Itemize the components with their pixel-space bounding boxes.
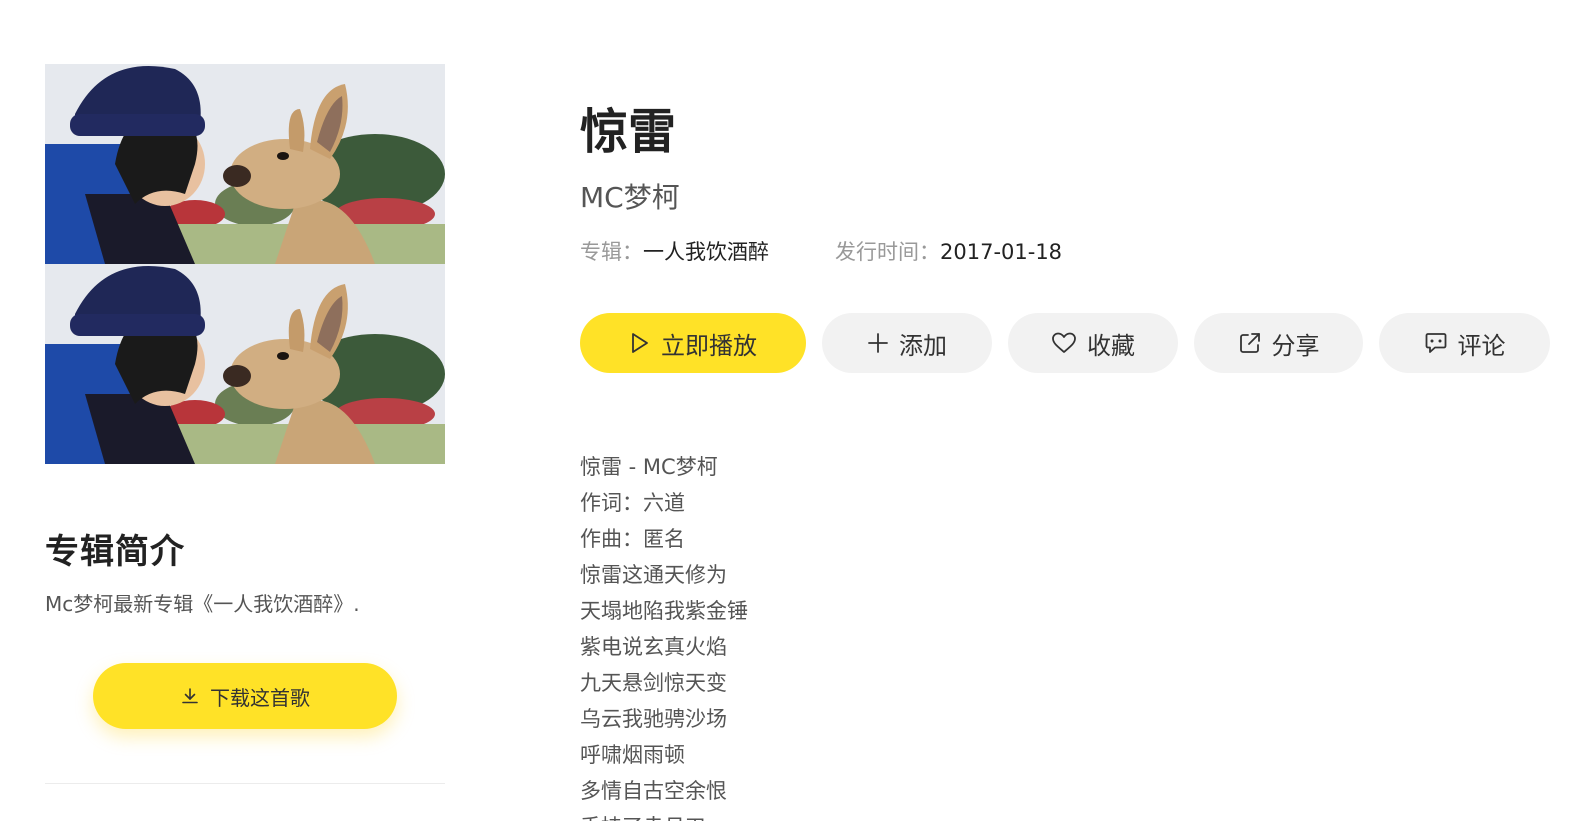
lyric-line: 九天悬剑惊天变 [580, 671, 727, 695]
lyric-line: 作曲：匿名 [580, 527, 685, 551]
lyric-line: 天塌地陷我紫金锤 [580, 599, 748, 623]
comment-icon [1424, 331, 1448, 355]
share-label: 分享 [1271, 331, 1320, 360]
plus-icon [867, 332, 889, 354]
lyric-line: 惊雷这通天修为 [580, 563, 727, 587]
download-button[interactable]: 下载这首歌 [93, 663, 397, 729]
album-intro-title: 专辑简介 [45, 532, 185, 572]
share-icon [1238, 331, 1262, 355]
favorite-label: 收藏 [1087, 331, 1135, 360]
release-label: 发行时间： [835, 240, 940, 264]
divider [45, 783, 445, 784]
comment-label: 评论 [1457, 331, 1506, 360]
favorite-button[interactable]: 收藏 [1008, 313, 1178, 373]
play-now-label: 立即播放 [661, 331, 757, 360]
album-label: 专辑： [580, 240, 643, 264]
heart-icon [1051, 331, 1077, 355]
play-icon [629, 331, 651, 355]
lyric-line: 惊雷 - MC梦柯 [580, 455, 718, 479]
song-meta: 专辑： 一人我饮酒醉 发行时间： 2017-01-18 [580, 236, 1062, 266]
artist-name[interactable]: MC梦柯 [580, 176, 680, 216]
download-icon [180, 686, 200, 706]
lyric-line: 紫电说玄真火焰 [580, 635, 727, 659]
lyric-line: 手持了赤月刃 [580, 809, 748, 821]
lyric-line: 多情自古空余恨 [580, 779, 727, 803]
album-intro-text: Mc梦柯最新专辑《一人我饮酒醉》. [45, 592, 360, 616]
lyric-line: 呼啸烟雨顿 [580, 743, 685, 767]
song-detail-page: 专辑简介 Mc梦柯最新专辑《一人我饮酒醉》. 下载这首歌 惊雷 MC梦柯 专辑：… [0, 0, 1596, 821]
download-label: 下载这首歌 [210, 685, 310, 710]
album-name[interactable]: 一人我饮酒醉 [643, 236, 769, 266]
comment-button[interactable]: 评论 [1379, 313, 1550, 373]
lyric-line: 作词：六道 [580, 491, 685, 515]
share-button[interactable]: 分享 [1194, 313, 1363, 373]
lyric-line: 乌云我驰骋沙场 [580, 707, 727, 731]
play-now-button[interactable]: 立即播放 [580, 313, 806, 373]
album-cover [45, 64, 445, 464]
add-button[interactable]: 添加 [822, 313, 992, 373]
song-title: 惊雷 [580, 104, 677, 160]
lyrics: 惊雷 - MC梦柯 作词：六道 作曲：匿名 惊雷这通天修为 天塌地陷我紫金锤 紫… [580, 449, 748, 821]
release-date: 2017-01-18 [940, 240, 1063, 264]
action-bar: 立即播放 添加 收藏 分享 评论 [580, 313, 1550, 373]
add-label: 添加 [899, 331, 947, 360]
